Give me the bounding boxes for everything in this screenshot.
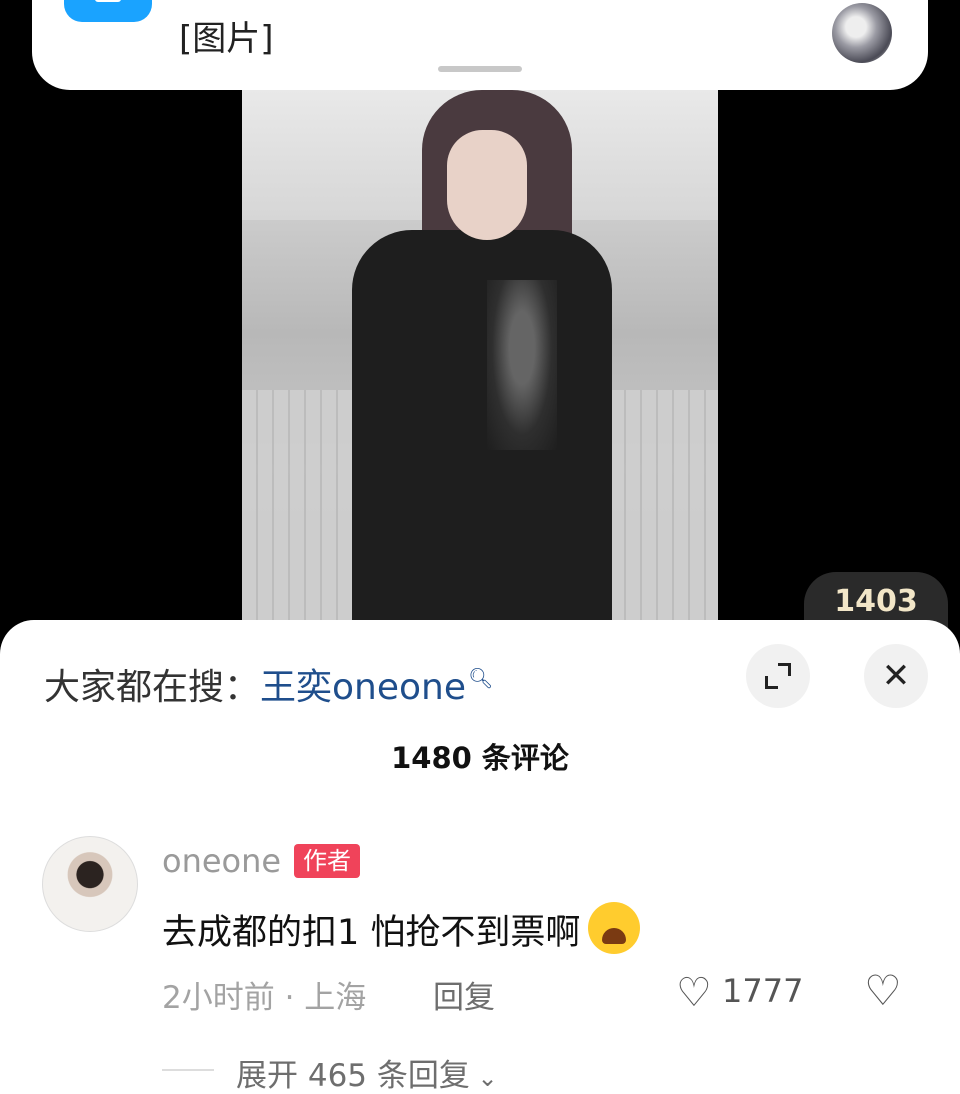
trending-search-prefix: 大家都在搜： bbox=[44, 667, 261, 708]
comment-body[interactable]: 去成都的扣1 怕抢不到票啊 bbox=[162, 902, 641, 955]
replies-divider bbox=[162, 1069, 214, 1071]
chevron-down-icon: ⌄ bbox=[469, 1064, 498, 1092]
close-sheet-button[interactable]: ✕ bbox=[864, 644, 928, 708]
expand-replies-button[interactable]: 展开 465 条回复 ⌄ bbox=[236, 1050, 498, 1094]
commenter-avatar[interactable] bbox=[42, 836, 138, 932]
comments-sheet: 大家都在搜：王奕oneone 🔍︎ ✕ 1480 条评论 oneone 作者 去成… bbox=[0, 620, 960, 1094]
commenter-username[interactable]: oneone bbox=[162, 842, 281, 880]
notification-card[interactable]: [图片] bbox=[32, 0, 928, 90]
expand-sheet-button[interactable] bbox=[746, 644, 810, 708]
expand-icon bbox=[765, 663, 791, 689]
reply-button[interactable]: 回复 bbox=[433, 972, 495, 1017]
photo-figure-face bbox=[447, 130, 527, 240]
author-badge: 作者 bbox=[294, 844, 360, 878]
heart-outline-icon: ♡ bbox=[676, 970, 712, 1016]
photo-figure-body bbox=[352, 230, 612, 630]
notification-avatar[interactable] bbox=[832, 3, 892, 63]
comment-text: 去成都的扣1 怕抢不到票啊 bbox=[162, 913, 581, 953]
like-count: 1777 bbox=[722, 972, 804, 1010]
app-logo-icon bbox=[95, 0, 121, 2]
card-grab-handle[interactable] bbox=[438, 66, 522, 72]
expand-replies-label: 展开 465 条回复 bbox=[236, 1058, 470, 1094]
trending-search[interactable]: 大家都在搜：王奕oneone 🔍︎ bbox=[44, 658, 493, 710]
trending-search-term[interactable]: 王奕oneone bbox=[260, 667, 466, 708]
app-icon bbox=[64, 0, 152, 22]
post-photo[interactable] bbox=[242, 90, 718, 630]
broken-heart-icon[interactable]: ♡ bbox=[864, 966, 902, 1015]
crying-face-emoji-icon bbox=[588, 902, 641, 954]
like-button[interactable]: ♡ 1777 bbox=[676, 970, 803, 1016]
comment-meta: 2小时前 · 上海 bbox=[162, 980, 367, 1016]
search-icon[interactable]: 🔍︎ bbox=[468, 666, 493, 690]
photo-figure-shirt-print bbox=[487, 280, 557, 450]
comment-count-title: 1480 条评论 bbox=[391, 741, 569, 775]
close-icon: ✕ bbox=[881, 656, 911, 696]
notification-text: [图片] bbox=[179, 19, 274, 59]
